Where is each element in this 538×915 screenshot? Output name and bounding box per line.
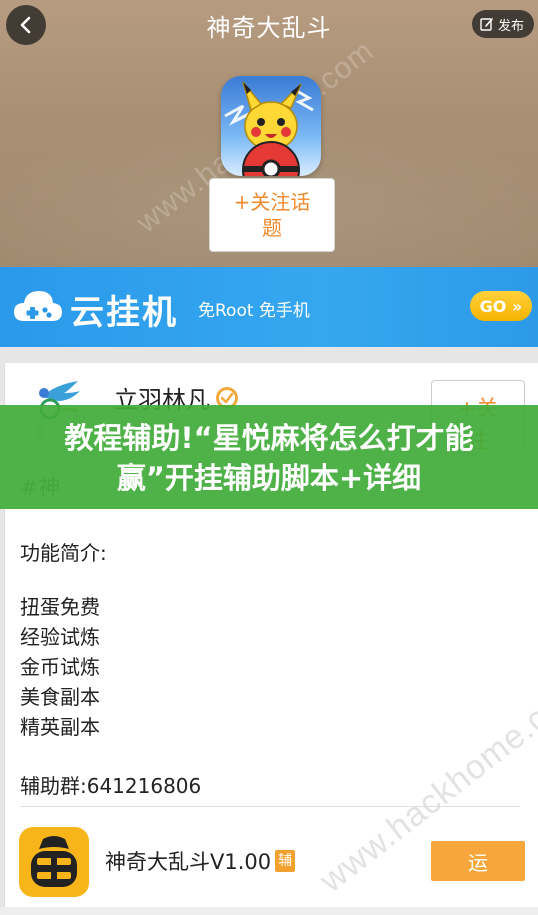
banner-subtitle: 免Root 免手机 [198,301,310,321]
game-app-icon [221,76,321,176]
divider [20,806,520,807]
cloud-gamepad-icon [14,291,62,321]
edit-icon [480,18,493,31]
plugin-type-badge: 辅 [275,850,296,872]
headline-overlay: 教程辅助!“星悦麻将怎么打才能赢”开挂辅助脚本+详细 [0,405,538,509]
cloud-hosting-banner[interactable]: 云挂机 免Root 免手机 [0,267,538,347]
list-item: 精英副本 [20,715,100,739]
publish-label: 发布 [497,18,524,34]
run-button[interactable]: 运 [431,841,525,881]
bee-icon [31,836,77,887]
follow-topic-label-2: 题 [262,216,282,240]
publish-button[interactable]: 发布 [471,10,534,38]
bottom-spacer [0,907,538,915]
page-title: 神奇大乱斗 [206,14,332,42]
plugin-name[interactable]: 神奇大乱斗V1.00 辅 [105,846,296,876]
follow-topic-button[interactable]: +关注话 题 [209,178,335,252]
list-item: 经验试炼 [20,625,100,649]
list-item: 扭蛋免费 [20,595,100,619]
list-item: 金币试炼 [20,655,100,679]
feature-list: 扭蛋免费 经验试炼 金币试炼 美食副本 精英副本 [20,592,100,742]
support-group-line: 辅助群:641216806 [20,774,202,798]
plugin-name-text: 神奇大乱斗V1.00 [105,850,272,874]
go-button[interactable]: GO » [470,291,532,321]
plugin-app-icon[interactable] [19,827,89,897]
pikachu-icon [224,81,314,176]
list-item: 美食副本 [20,685,100,709]
section-label: 功能简介: [20,541,107,565]
headline-text: 教程辅助!“星悦麻将怎么打才能赢”开挂辅助脚本+详细 [64,421,474,495]
follow-topic-label-1: +关注话 [233,190,311,214]
banner-title: 云挂机 [70,293,178,333]
